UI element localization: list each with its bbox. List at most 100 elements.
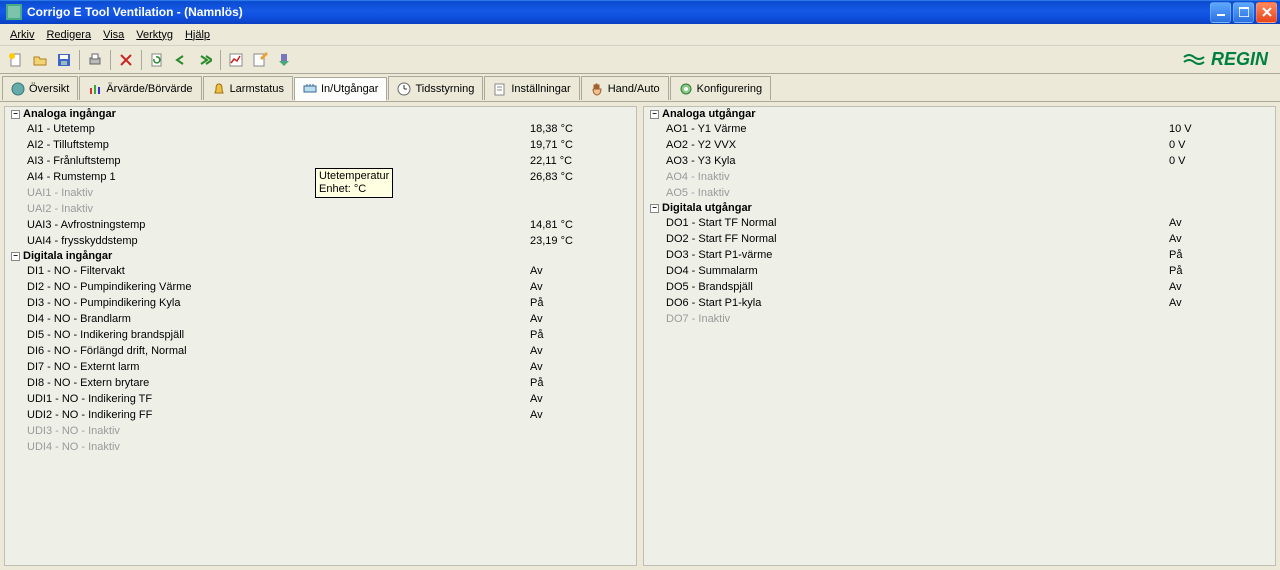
row-value: Av: [530, 263, 630, 279]
settings-icon: [493, 82, 507, 96]
edit-form-icon[interactable]: [249, 49, 271, 71]
tab-settings[interactable]: Inställningar: [484, 76, 579, 100]
menu-view[interactable]: Visa: [97, 27, 130, 43]
menu-edit[interactable]: Redigera: [40, 27, 97, 43]
delete-icon[interactable]: [115, 49, 137, 71]
menu-help[interactable]: Hjälp: [179, 27, 216, 43]
group-header[interactable]: −Digitala utgångar: [644, 201, 1275, 215]
data-row[interactable]: UDI2 - NO - Indikering FFAv: [5, 407, 636, 423]
open-file-icon[interactable]: [29, 49, 51, 71]
data-row[interactable]: UAI4 - frysskyddstemp23,19 °C: [5, 233, 636, 249]
data-row[interactable]: UDI3 - NO - Inaktiv: [5, 423, 636, 439]
maximize-button[interactable]: [1233, 2, 1254, 23]
row-value: Av: [530, 311, 630, 327]
row-value: På: [530, 375, 630, 391]
data-row[interactable]: DI8 - NO - Extern brytarePå: [5, 375, 636, 391]
row-value: [1169, 311, 1269, 327]
data-row[interactable]: DI1 - NO - FiltervaktAv: [5, 263, 636, 279]
data-row[interactable]: AO3 - Y3 Kyla0 V: [644, 153, 1275, 169]
row-label: DI8 - NO - Extern brytare: [27, 375, 530, 391]
data-row[interactable]: DI5 - NO - Indikering brandspjällPå: [5, 327, 636, 343]
tab-config[interactable]: Konfigurering: [670, 76, 771, 100]
collapse-icon[interactable]: −: [11, 252, 20, 261]
data-row[interactable]: DO5 - BrandspjällAv: [644, 279, 1275, 295]
data-row[interactable]: DI7 - NO - Externt larmAv: [5, 359, 636, 375]
data-row[interactable]: UDI4 - NO - Inaktiv: [5, 439, 636, 455]
group-title: Analoga utgångar: [662, 108, 756, 120]
data-row[interactable]: AO2 - Y2 VVX0 V: [644, 137, 1275, 153]
row-value: 19,71 °C: [530, 137, 630, 153]
titlebar: Corrigo E Tool Ventilation - (Namnlös): [0, 0, 1280, 24]
data-row[interactable]: DI4 - NO - BrandlarmAv: [5, 311, 636, 327]
data-row[interactable]: DO3 - Start P1-värmePå: [644, 247, 1275, 263]
collapse-icon[interactable]: −: [650, 110, 659, 119]
sync-left-icon[interactable]: [170, 49, 192, 71]
right-panel: −Analoga utgångarAO1 - Y1 Värme10 VAO2 -…: [643, 106, 1276, 566]
alarm-icon: [212, 82, 226, 96]
tab-alarm[interactable]: Larmstatus: [203, 76, 293, 100]
row-value: 0 V: [1169, 137, 1269, 153]
row-label: DO6 - Start P1-kyla: [666, 295, 1169, 311]
row-label: DO2 - Start FF Normal: [666, 231, 1169, 247]
row-label: AI3 - Frånluftstemp: [27, 153, 530, 169]
row-label: DI1 - NO - Filtervakt: [27, 263, 530, 279]
row-value: [530, 439, 630, 455]
download-icon[interactable]: [273, 49, 295, 71]
data-row[interactable]: DI2 - NO - Pumpindikering VärmeAv: [5, 279, 636, 295]
tab-io[interactable]: In/Utgångar: [294, 77, 387, 101]
data-row[interactable]: UAI3 - Avfrostningstemp14,81 °C: [5, 217, 636, 233]
tab-hand-auto[interactable]: Hand/Auto: [581, 76, 669, 100]
row-label: AO5 - Inaktiv: [666, 185, 1169, 201]
group-header[interactable]: −Analoga ingångar: [5, 107, 636, 121]
sync-right-icon[interactable]: [194, 49, 216, 71]
data-row[interactable]: DI3 - NO - Pumpindikering KylaPå: [5, 295, 636, 311]
content-area: −Analoga ingångarAI1 - Utetemp18,38 °CAI…: [0, 102, 1280, 570]
data-row[interactable]: AO4 - Inaktiv: [644, 169, 1275, 185]
row-value: 10 V: [1169, 121, 1269, 137]
data-row[interactable]: DO7 - Inaktiv: [644, 311, 1275, 327]
row-value: Av: [530, 279, 630, 295]
refresh-icon[interactable]: [146, 49, 168, 71]
data-row[interactable]: AO5 - Inaktiv: [644, 185, 1275, 201]
row-value: 23,19 °C: [530, 233, 630, 249]
data-row[interactable]: AI1 - Utetemp18,38 °C: [5, 121, 636, 137]
tab-time[interactable]: Tidsstyrning: [388, 76, 483, 100]
close-button[interactable]: [1256, 2, 1277, 23]
tooltip: Utetemperatur Enhet: °C: [315, 168, 393, 198]
row-value: På: [1169, 263, 1269, 279]
row-label: UDI2 - NO - Indikering FF: [27, 407, 530, 423]
tabbar: Översikt Ärvärde/Börvärde Larmstatus In/…: [0, 74, 1280, 102]
data-row[interactable]: DO4 - SummalarmPå: [644, 263, 1275, 279]
brand-logo: REGIN: [1183, 49, 1276, 70]
print-icon[interactable]: [84, 49, 106, 71]
data-row[interactable]: AO1 - Y1 Värme10 V: [644, 121, 1275, 137]
data-row[interactable]: AI2 - Tilluftstemp19,71 °C: [5, 137, 636, 153]
row-label: DI6 - NO - Förlängd drift, Normal: [27, 343, 530, 359]
group-header[interactable]: −Digitala ingångar: [5, 249, 636, 263]
row-value: Av: [1169, 231, 1269, 247]
data-row[interactable]: DO1 - Start TF NormalAv: [644, 215, 1275, 231]
data-row[interactable]: UAI2 - Inaktiv: [5, 201, 636, 217]
data-row[interactable]: AI3 - Frånluftstemp22,11 °C: [5, 153, 636, 169]
data-row[interactable]: DO2 - Start FF NormalAv: [644, 231, 1275, 247]
hand-icon: [590, 82, 604, 96]
row-label: AO3 - Y3 Kyla: [666, 153, 1169, 169]
group-header[interactable]: −Analoga utgångar: [644, 107, 1275, 121]
data-row[interactable]: DI6 - NO - Förlängd drift, NormalAv: [5, 343, 636, 359]
menu-file[interactable]: Arkiv: [4, 27, 40, 43]
row-value: 18,38 °C: [530, 121, 630, 137]
tab-overview[interactable]: Översikt: [2, 76, 78, 100]
new-file-icon[interactable]: [5, 49, 27, 71]
collapse-icon[interactable]: −: [650, 204, 659, 213]
data-row[interactable]: UDI1 - NO - Indikering TFAv: [5, 391, 636, 407]
minimize-button[interactable]: [1210, 2, 1231, 23]
row-value: [530, 423, 630, 439]
collapse-icon[interactable]: −: [11, 110, 20, 119]
tab-values[interactable]: Ärvärde/Börvärde: [79, 76, 201, 100]
row-value: [530, 185, 630, 201]
chart-icon[interactable]: [225, 49, 247, 71]
data-row[interactable]: DO6 - Start P1-kylaAv: [644, 295, 1275, 311]
save-icon[interactable]: [53, 49, 75, 71]
row-value: Av: [530, 359, 630, 375]
menu-tools[interactable]: Verktyg: [130, 27, 179, 43]
